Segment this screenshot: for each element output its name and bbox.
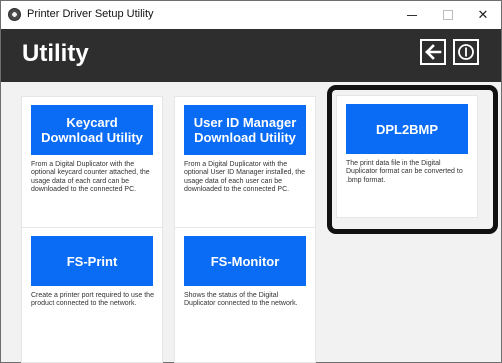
close-icon: ✕	[477, 7, 489, 22]
card-title-line: FS-Print	[66, 253, 118, 269]
card-title-line: Keycard	[66, 115, 118, 130]
fs-print-button[interactable]: FS-Print	[31, 236, 153, 286]
app-window: Printer Driver Setup Utility ✕ Utility K…	[0, 0, 502, 363]
maximize-button[interactable]	[430, 1, 466, 29]
card-description: From a Digital Duplicator with the optio…	[31, 161, 150, 194]
power-icon	[458, 44, 474, 60]
maximize-icon	[443, 10, 453, 20]
keycard-download-button[interactable]: Keycard Download Utility	[31, 105, 153, 155]
card-description: Create a printer port required to use th…	[31, 292, 154, 308]
card-fs-monitor[interactable]: FS-Monitor Shows the status of the Digit…	[175, 228, 315, 362]
back-button[interactable]	[420, 39, 446, 65]
app-icon	[8, 8, 21, 21]
card-keycard-download[interactable]: Keycard Download Utility From a Digital …	[22, 97, 162, 233]
card-title-line: User ID Manager	[193, 115, 297, 130]
close-button[interactable]: ✕	[465, 1, 501, 29]
minimize-button[interactable]	[394, 1, 430, 29]
minimize-icon	[407, 14, 417, 16]
title-bar: Printer Driver Setup Utility ✕	[1, 1, 501, 29]
power-button[interactable]	[453, 39, 479, 65]
card-description: From a Digital Duplicator with the optio…	[184, 161, 306, 194]
back-arrow-icon	[425, 44, 442, 60]
card-title-line: Download Utility	[41, 130, 143, 145]
window-title: Printer Driver Setup Utility	[27, 8, 154, 20]
card-fs-print[interactable]: FS-Print Create a printer port required …	[22, 228, 162, 362]
card-title-line: Download Utility	[194, 130, 296, 145]
header-bar: Utility	[1, 29, 501, 82]
page-title: Utility	[22, 40, 89, 67]
card-title-line: FS-Monitor	[210, 253, 280, 269]
fs-monitor-button[interactable]: FS-Monitor	[184, 236, 306, 286]
selection-highlight	[327, 85, 498, 234]
card-description: Shows the status of the Digital Duplicat…	[184, 292, 298, 308]
card-user-id-download[interactable]: User ID Manager Download Utility From a …	[175, 97, 315, 233]
user-id-download-button[interactable]: User ID Manager Download Utility	[184, 105, 306, 155]
